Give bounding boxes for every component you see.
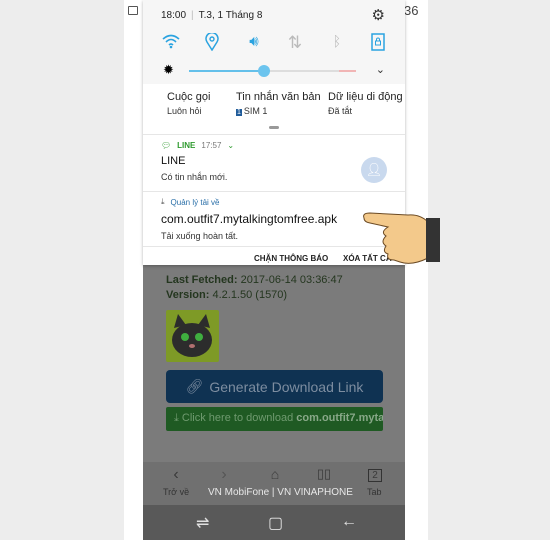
settings-gear-icon[interactable]: ⚙ bbox=[372, 6, 385, 24]
line-icon: 💬︎ bbox=[161, 141, 172, 150]
recents-button[interactable]: ⇌ bbox=[196, 513, 209, 533]
brightness-icon: ✹ bbox=[163, 62, 174, 77]
last-fetched: Last Fetched: 2017-06-14 03:36:47 bbox=[166, 274, 343, 286]
web-page: Last Fetched: 2017-06-14 03:36:47 Versio… bbox=[143, 265, 405, 505]
location-icon[interactable] bbox=[200, 32, 224, 56]
app-icon bbox=[166, 310, 219, 362]
sim-mobile-data[interactable]: Dữ liệu di động Đã tắt bbox=[328, 91, 403, 116]
version: Version: 4.2.1.50 (1570) bbox=[166, 289, 288, 301]
carrier-label: VN MobiFone | VN VINAPHONE bbox=[208, 487, 353, 498]
screen-rotation-lock-icon[interactable] bbox=[366, 33, 390, 56]
home-nav-button[interactable]: ▢ bbox=[268, 513, 283, 533]
forward-button[interactable]: › bbox=[209, 466, 239, 484]
sim-messages[interactable]: Tin nhắn văn bản 1 SIM 1 bbox=[236, 91, 321, 116]
link-icon: 🔗︎ bbox=[185, 378, 204, 394]
chevron-down-icon[interactable]: ⌄ bbox=[376, 63, 385, 76]
sim-calls[interactable]: Cuộc gọi Luôn hỏi bbox=[167, 91, 210, 116]
system-nav-bar: ⇌ ▢ ← bbox=[143, 505, 405, 540]
avatar: 👤︎ bbox=[361, 157, 387, 183]
tabs-button[interactable]: 2 bbox=[360, 469, 390, 482]
tab-label: Tab bbox=[367, 487, 382, 497]
download-link-button[interactable]: ⤓ Click here to download com.outfit7.myt… bbox=[166, 407, 383, 431]
browser-toolbar: ‹ › ⌂ ▯▯ 2 Trở về Tab VN MobiFone | VN V… bbox=[143, 462, 405, 505]
expand-icon[interactable]: ⌄ bbox=[227, 141, 234, 150]
download-icon: ⤓ bbox=[161, 197, 165, 206]
brightness-slider[interactable] bbox=[189, 65, 356, 77]
bookmarks-button[interactable]: ▯▯ bbox=[309, 466, 339, 482]
date-time: 18:00 | T.3, 1 Tháng 8 bbox=[161, 10, 263, 21]
slider-knob[interactable] bbox=[258, 65, 271, 77]
status-time: 36 bbox=[404, 3, 419, 18]
bluetooth-icon[interactable]: ᛒ bbox=[325, 33, 349, 49]
download-icon: ⤓ bbox=[174, 412, 182, 424]
gallery-icon bbox=[128, 6, 138, 15]
wifi-icon[interactable] bbox=[159, 33, 183, 54]
generate-download-link-button[interactable]: 🔗︎ Generate Download Link bbox=[166, 370, 383, 403]
sound-icon[interactable]: 🔊︎ bbox=[242, 33, 266, 50]
quick-settings: 18:00 | T.3, 1 Tháng 8 ⚙ 🔊︎ ⇅ ᛒ ✹ ⌄ bbox=[143, 0, 405, 84]
back-button[interactable]: ‹ bbox=[161, 466, 191, 484]
back-nav-button[interactable]: ← bbox=[341, 513, 357, 531]
download-notification[interactable]: ⤓ Quản lý tải về com.outfit7.mytalkingtom… bbox=[161, 197, 337, 241]
back-label: Trở về bbox=[163, 487, 190, 497]
pointing-hand-icon bbox=[363, 212, 440, 264]
home-button[interactable]: ⌂ bbox=[260, 466, 290, 482]
line-notification[interactable]: 💬︎ LINE 17:57 ⌄ LINE Có tin nhắn mới. bbox=[161, 141, 234, 182]
drag-handle[interactable] bbox=[269, 126, 279, 129]
mobile-data-icon[interactable]: ⇅ bbox=[283, 33, 307, 53]
block-notifications-button[interactable]: CHẶN THÔNG BÁO bbox=[254, 254, 328, 263]
